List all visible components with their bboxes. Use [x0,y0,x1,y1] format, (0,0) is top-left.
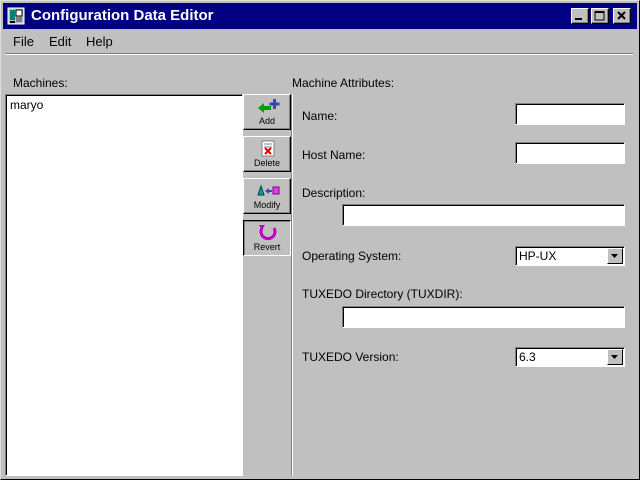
menu-bar: File Edit Help [3,31,637,51]
add-label: Add [258,116,275,126]
machines-list[interactable]: maryo [5,94,243,476]
minimize-icon [575,18,582,20]
menu-file[interactable]: File [13,34,34,49]
maximize-button[interactable] [591,8,609,24]
revert-button[interactable]: Revert [243,220,291,256]
attributes-label: Machine Attributes: [292,76,395,90]
host-name-label: Host Name: [302,148,366,162]
add-icon [258,99,280,113]
menu-help[interactable]: Help [86,34,113,49]
tuxedo-version-label: TUXEDO Version: [302,350,399,364]
modify-icon [257,184,280,196]
window-title: Configuration Data Editor [31,7,214,24]
close-icon [617,11,626,20]
revert-icon [259,225,277,241]
modify-button[interactable]: Modify [243,178,291,214]
name-field[interactable] [515,103,625,125]
panel-divider [291,94,293,476]
host-name-field[interactable] [515,142,625,164]
delete-icon [261,140,275,157]
list-item[interactable]: maryo [10,98,43,112]
revert-label: Revert [253,242,281,252]
tuxedo-version-dropdown[interactable] [607,349,623,365]
chevron-down-icon [611,355,618,359]
operating-system-value: HP-UX [519,249,557,263]
app-icon[interactable] [7,7,25,25]
menu-separator [5,53,633,55]
app-window: Configuration Data Editor File Edit Help… [0,0,640,480]
machines-label: Machines: [13,76,68,90]
title-bar[interactable]: Configuration Data Editor [3,3,637,29]
tuxedo-version-value: 6.3 [519,350,536,364]
operating-system-label: Operating System: [302,249,402,263]
operating-system-select[interactable]: HP-UX [515,246,625,266]
name-label: Name: [302,109,338,123]
modify-label: Modify [253,200,281,210]
add-button[interactable]: Add [243,94,291,130]
close-button[interactable] [613,8,631,24]
description-label: Description: [302,186,366,200]
tuxdir-field[interactable] [342,306,625,328]
maximize-icon [594,11,605,21]
description-field[interactable] [342,204,625,226]
minimize-button[interactable] [571,8,589,24]
tuxedo-version-select[interactable]: 6.3 [515,347,625,367]
chevron-down-icon [611,254,618,258]
menu-edit[interactable]: Edit [49,34,71,49]
delete-label: Delete [253,158,280,168]
operating-system-dropdown[interactable] [607,248,623,264]
tuxdir-label: TUXEDO Directory (TUXDIR): [302,287,463,301]
delete-button[interactable]: Delete [243,136,291,172]
